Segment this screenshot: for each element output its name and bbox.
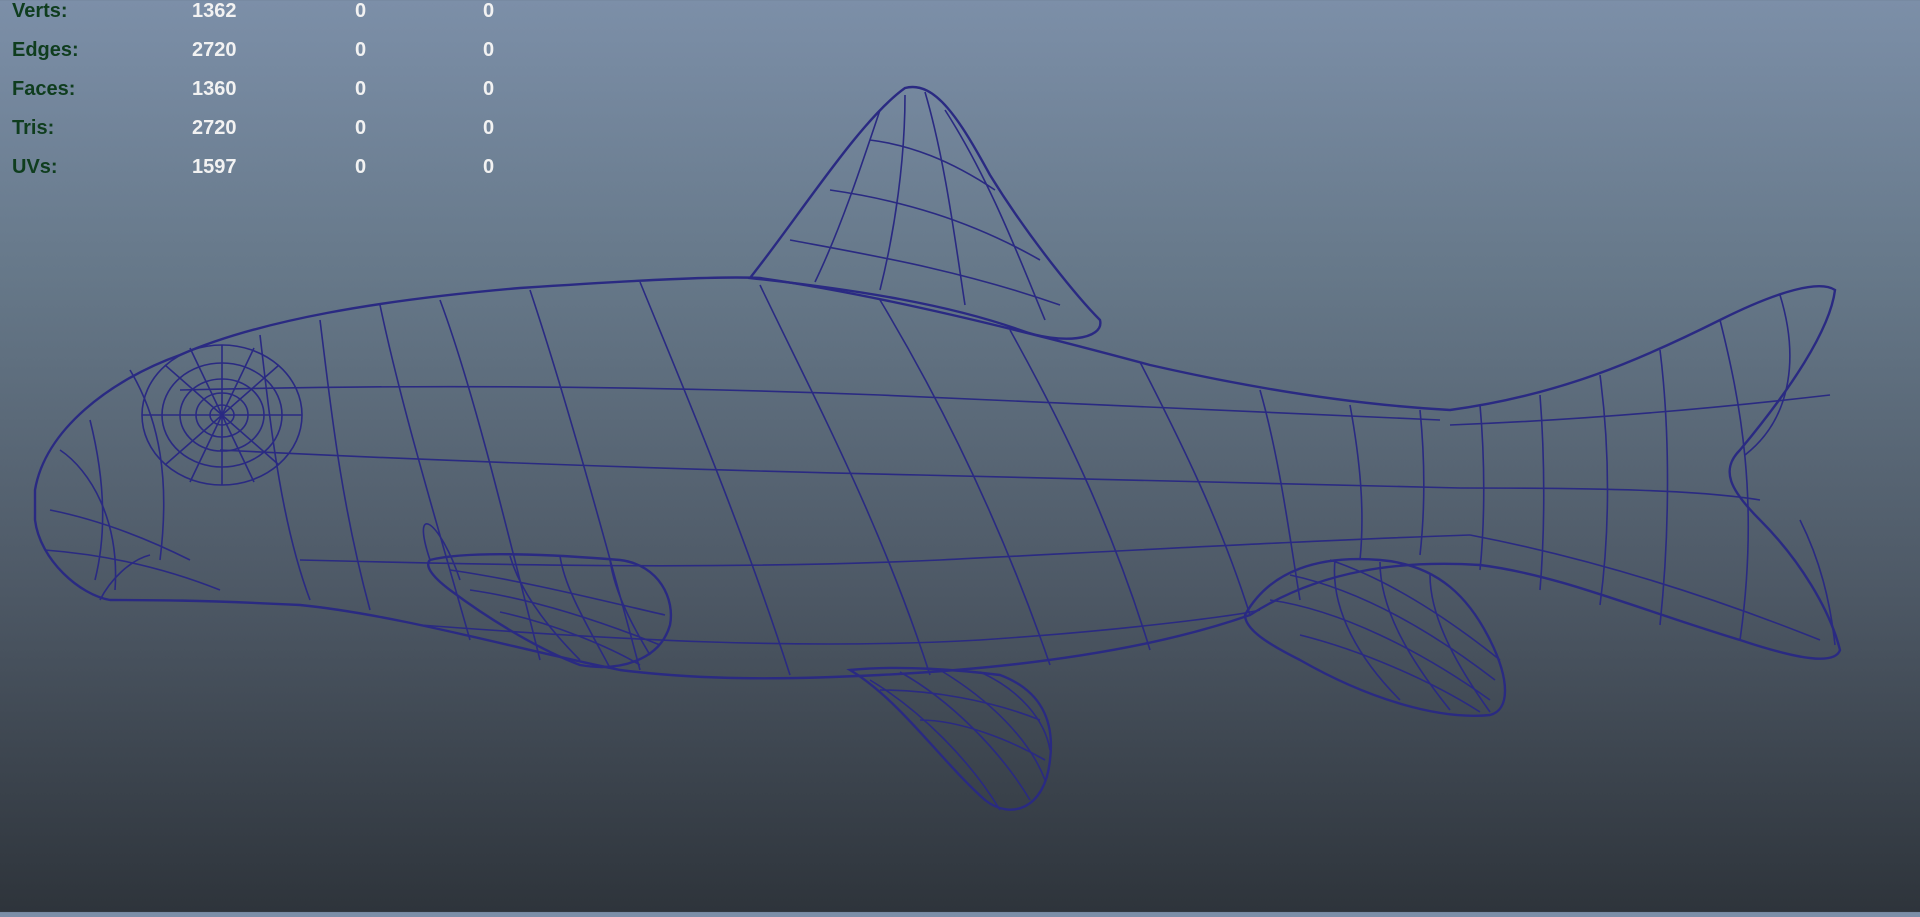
hud-value-component: 0 xyxy=(483,156,495,178)
hud-value-object: 1362 xyxy=(192,0,237,22)
3d-viewport[interactable]: Verts: 1362 0 0 Edges: 2720 0 0 Faces: 1… xyxy=(0,0,1920,912)
hud-value-object: 2720 xyxy=(192,117,237,139)
hud-value-object: 1597 xyxy=(192,156,237,178)
eye[interactable] xyxy=(141,344,303,486)
hud-row-edges: Edges: 2720 0 0 xyxy=(0,39,520,65)
hud-value-selected: 0 xyxy=(355,117,367,139)
hud-label: Tris: xyxy=(12,117,55,139)
heads-up-display: Verts: 1362 0 0 Edges: 2720 0 0 Faces: 1… xyxy=(0,0,520,190)
hud-label: Edges: xyxy=(12,39,79,61)
hud-value-component: 0 xyxy=(483,78,495,100)
hud-value-selected: 0 xyxy=(355,156,367,178)
hud-value-selected: 0 xyxy=(355,39,367,61)
hud-row-uvs: UVs: 1597 0 0 xyxy=(0,156,520,182)
fish-body[interactable] xyxy=(33,276,1842,680)
hud-value-selected: 0 xyxy=(355,0,367,22)
hud-row-faces: Faces: 1360 0 0 xyxy=(0,78,520,104)
hud-value-component: 0 xyxy=(483,0,495,22)
hud-value-component: 0 xyxy=(483,117,495,139)
hud-value-object: 2720 xyxy=(192,39,237,61)
anal-fin[interactable] xyxy=(1243,557,1507,717)
hud-row-tris: Tris: 2720 0 0 xyxy=(0,117,520,143)
pelvic-fin[interactable] xyxy=(846,666,1053,811)
hud-label: Faces: xyxy=(12,78,76,100)
hud-row-verts: Verts: 1362 0 0 xyxy=(0,0,520,26)
hud-label: Verts: xyxy=(12,0,68,22)
dorsal-fin[interactable] xyxy=(747,85,1102,340)
hud-value-object: 1360 xyxy=(192,78,237,100)
hud-value-component: 0 xyxy=(483,39,495,61)
hud-value-selected: 0 xyxy=(355,78,367,100)
hud-label: UVs: xyxy=(12,156,58,178)
